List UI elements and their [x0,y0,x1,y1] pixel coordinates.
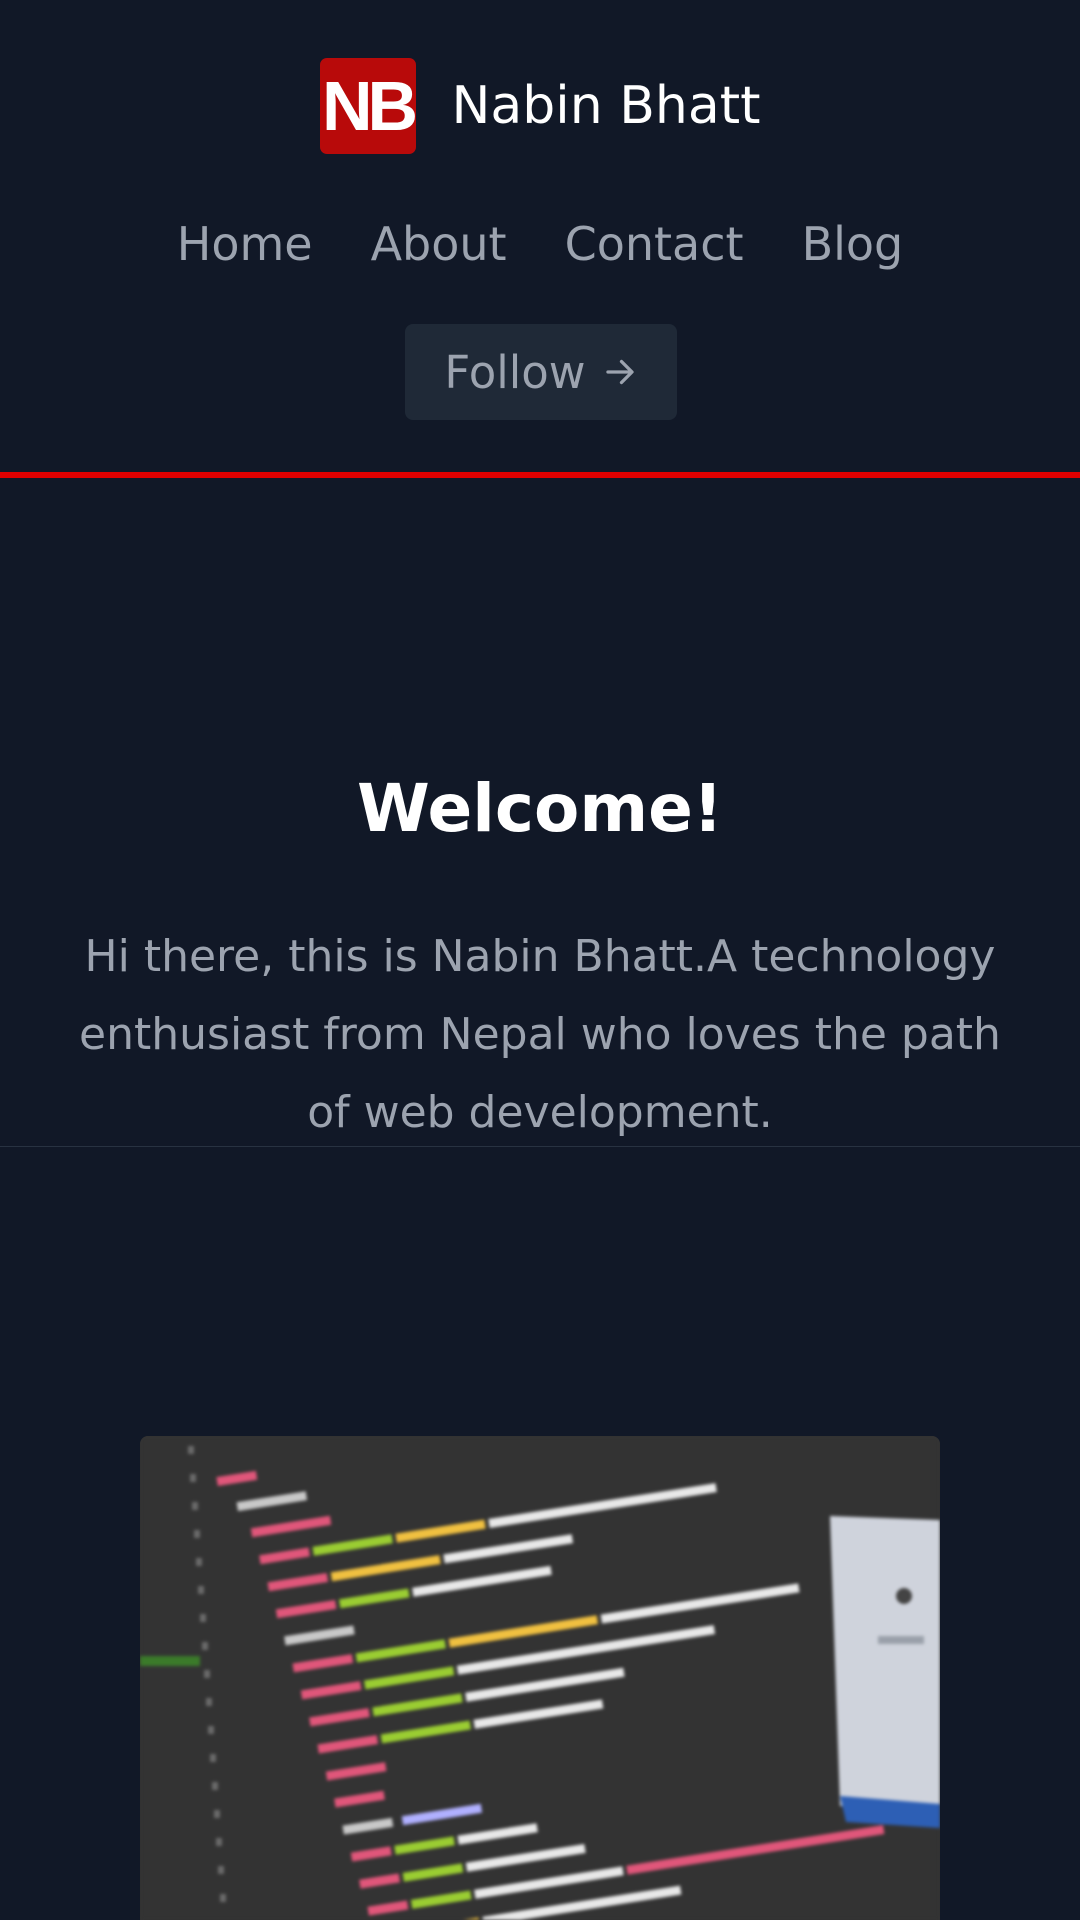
brand[interactable]: NB Nabin Bhatt [0,58,1080,154]
main-nav: Home About Contact Blog [0,216,1080,272]
follow-button[interactable]: Follow [405,324,677,420]
logo[interactable]: NB [319,58,418,154]
code-screenshot-image [140,1436,940,1920]
hero-text: Hi there, this is Nabin Bhatt.A technolo… [79,931,1001,1138]
nav-home-link[interactable]: Home [177,216,313,272]
brand-name[interactable]: Nabin Bhatt [452,80,761,132]
arrow-right-icon [605,359,634,385]
follow-label: Follow [444,345,586,399]
nav-contact-link[interactable]: Contact [565,216,744,272]
nav-blog-link[interactable]: Blog [802,216,904,272]
hero-title: Welcome! [357,770,723,847]
hero-section: Welcome! Hi there, this is Nabin Bhatt.A… [0,478,1080,1147]
nav-about-link[interactable]: About [371,216,507,272]
site-header: NB Nabin Bhatt Home About Contact Blog F… [0,0,1080,472]
